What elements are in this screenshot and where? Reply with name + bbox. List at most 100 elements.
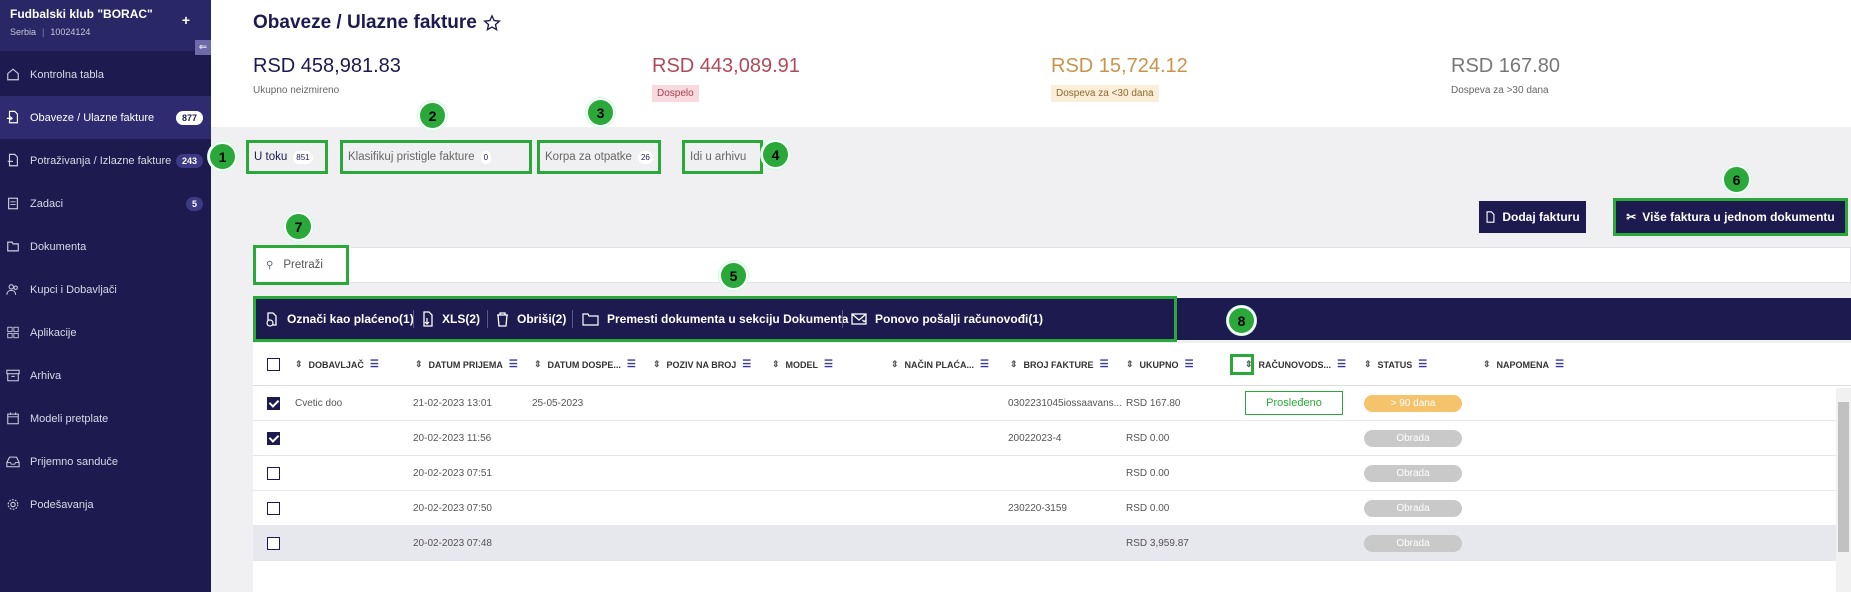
sidebar-item-6[interactable]: Kupci i Dobavljači (0, 268, 211, 311)
filter-icon[interactable]: ☰ (370, 359, 379, 370)
subscription-icon (6, 412, 20, 426)
filter-icon[interactable]: ☰ (742, 359, 751, 370)
column-header-10[interactable]: ⇕ STATUS ☰ (1364, 343, 1427, 386)
sidebar-item-3[interactable]: Potraživanja / Izlazne fakture 243 (0, 139, 211, 182)
table-row[interactable]: 20-02-2023 07:50 230220-3159 RSD 0.00 Obrad… (253, 491, 1851, 526)
sort-icon[interactable]: ⇕ (653, 359, 661, 370)
vertical-scrollbar[interactable] (1836, 388, 1851, 592)
column-header-5[interactable]: ⇕ MODEL ☰ (772, 343, 833, 386)
divider: | (42, 27, 45, 37)
status-badge: Obrada (1364, 465, 1462, 482)
column-label: MODEL (785, 359, 819, 370)
sidebar-item-1[interactable]: Kontrolna tabla (0, 53, 211, 96)
sidebar-item-11[interactable]: Podešavanja (0, 483, 211, 526)
invoice-number-cell: 0302231045iossaavans... (1008, 398, 1122, 409)
filter-icon[interactable]: ☰ (1555, 359, 1564, 370)
add-organization-icon[interactable]: + (182, 12, 190, 28)
multi-invoice-button[interactable]: ✂ Više faktura u jednom dokumentu (1613, 198, 1848, 236)
row-checkbox[interactable] (267, 502, 280, 515)
sidebar-item-label: Modeli pretplate (30, 412, 109, 425)
filter-icon[interactable]: ☰ (509, 359, 518, 370)
column-header-4[interactable]: ⇕ POZIV NA BROJ ☰ (653, 343, 751, 386)
stat-amount: RSD 167.80 (1451, 55, 1560, 77)
tab-classify-incoming[interactable]: Klasifikuj pristigle fakture 0 (340, 140, 532, 174)
column-header-1[interactable]: ⇕ DOBAVLJAČ ☰ (295, 343, 379, 386)
column-label: DATUM PRIJEMA (428, 359, 503, 370)
sort-icon[interactable]: ⇕ (1010, 359, 1018, 370)
filter-icon[interactable]: ☰ (1185, 359, 1194, 370)
sort-icon[interactable]: ⇕ (534, 359, 542, 370)
tab-count: 0 (480, 150, 492, 164)
organization-name: Fudbalski klub "BORAC" (10, 7, 153, 21)
column-header-11[interactable]: ⇕ NAPOMENA ☰ (1483, 343, 1564, 386)
filter-icon[interactable]: ☰ (980, 359, 989, 370)
column-label: POZIV NA BROJ (666, 359, 737, 370)
status-badge: Obrada (1364, 430, 1462, 447)
column-label: NAPOMENA (1496, 359, 1550, 370)
organization-switcher[interactable]: Fudbalski klub "BORAC" Serbia | 10024124 + (0, 0, 211, 51)
table-row[interactable]: 20-02-2023 07:48 RSD 3,959.87 Obrada (253, 526, 1851, 561)
sort-icon[interactable]: ⇕ (772, 359, 780, 370)
sidebar-item-5[interactable]: Dokumenta (0, 225, 211, 268)
column-header-7[interactable]: ⇕ BROJ FAKTURE ☰ (1010, 343, 1109, 386)
sort-icon[interactable]: ⇕ (1364, 359, 1372, 370)
filter-icon[interactable]: ☰ (1100, 359, 1109, 370)
sort-icon[interactable]: ⇕ (415, 359, 423, 370)
column-header-2[interactable]: ⇕ DATUM PRIJEMA ☰ (415, 343, 518, 386)
sort-icon[interactable]: ⇕ (295, 359, 303, 370)
invoice-out-icon (6, 153, 20, 168)
column-header-8[interactable]: ⇕ UKUPNO ☰ (1126, 343, 1194, 386)
sidebar-item-label: Potraživanja / Izlazne fakture (30, 154, 172, 167)
filter-icon[interactable]: ☰ (1337, 359, 1346, 370)
sidebar-item-9[interactable]: Modeli pretplate (0, 397, 211, 440)
page-header: Obaveze / Ulazne fakture RSD 458,981.83 … (211, 0, 1851, 127)
filter-icon[interactable]: ☰ (627, 359, 636, 370)
filter-icon[interactable]: ☰ (1418, 359, 1427, 370)
sidebar-item-2[interactable]: Obaveze / Ulazne fakture 877 (0, 96, 211, 139)
tab-count: 26 (637, 150, 653, 164)
add-invoice-label: Dodaj fakturu (1502, 210, 1580, 224)
tab-in-progress[interactable]: U toku 851 (246, 140, 328, 174)
table-row[interactable]: 20-02-2023 07:51 RSD 0.00 Obrada (253, 456, 1851, 491)
add-document-icon (1486, 211, 1495, 223)
column-label: RAČUNOVODS... (1258, 359, 1332, 370)
total-cell: RSD 3,959.87 (1126, 538, 1189, 549)
filter-icon[interactable]: ☰ (824, 359, 833, 370)
sidebar-item-7[interactable]: Aplikacije (0, 311, 211, 354)
sidebar-item-8[interactable]: Arhiva (0, 354, 211, 397)
sort-icon[interactable]: ⇕ (1483, 359, 1491, 370)
sort-icon[interactable]: ⇕ (891, 359, 899, 370)
stat-label: Ukupno neizmireno (253, 85, 340, 96)
sidebar-item-4[interactable]: Zadaci 5 (0, 182, 211, 225)
tab-go-to-archive[interactable]: Idi u arhivu (682, 140, 763, 174)
row-checkbox[interactable] (267, 432, 280, 445)
documents-icon (6, 240, 20, 254)
sidebar-item-badge: 877 (175, 110, 203, 125)
star-icon[interactable] (482, 14, 501, 32)
sort-icon[interactable]: ⇕ (1126, 359, 1134, 370)
main-content: Obaveze / Ulazne fakture RSD 458,981.83 … (208, 0, 1851, 592)
sidebar-item-label: Obaveze / Ulazne fakture (30, 111, 155, 124)
tab-label: Idi u arhivu (690, 151, 747, 163)
clipboard-icon (6, 197, 20, 211)
stat-label: Dospeva za >30 dana (1451, 85, 1549, 96)
column-header-9[interactable]: ⇕ RAČUNOVODS... ☰ (1245, 343, 1346, 386)
select-all-checkbox[interactable] (267, 358, 280, 371)
sidebar-item-10[interactable]: Prijemno sanduče (0, 440, 211, 483)
search-input[interactable]: ⚲ Pretraži (253, 245, 349, 285)
scrollbar-thumb[interactable] (1838, 402, 1849, 552)
stat-total-outstanding: RSD 458,981.83 Ukupno neizmireno (253, 55, 401, 98)
annotation-marker: 2 (418, 101, 447, 130)
column-header-6[interactable]: ⇕ NAČIN PLAĆA... ☰ (891, 343, 989, 386)
tab-trash[interactable]: Korpa za otpatke 26 (537, 140, 661, 174)
accounting-status-button[interactable]: Prosleđeno (1245, 391, 1343, 415)
annotation-marker: 5 (719, 261, 748, 290)
table-row[interactable]: 20-02-2023 11:56 20022023-4 RSD 0.00 Obrada (253, 421, 1851, 456)
add-invoice-button[interactable]: Dodaj fakturu (1479, 201, 1586, 233)
column-header-3[interactable]: ⇕ DATUM DOSPE... ☰ (534, 343, 636, 386)
due-date-cell: 25-05-2023 (532, 398, 584, 409)
row-checkbox[interactable] (267, 537, 280, 550)
row-checkbox[interactable] (267, 467, 280, 480)
table-row[interactable]: Cvetic doo 21-02-2023 13:01 25-05-2023 0302… (253, 386, 1851, 421)
row-checkbox[interactable] (267, 397, 280, 410)
